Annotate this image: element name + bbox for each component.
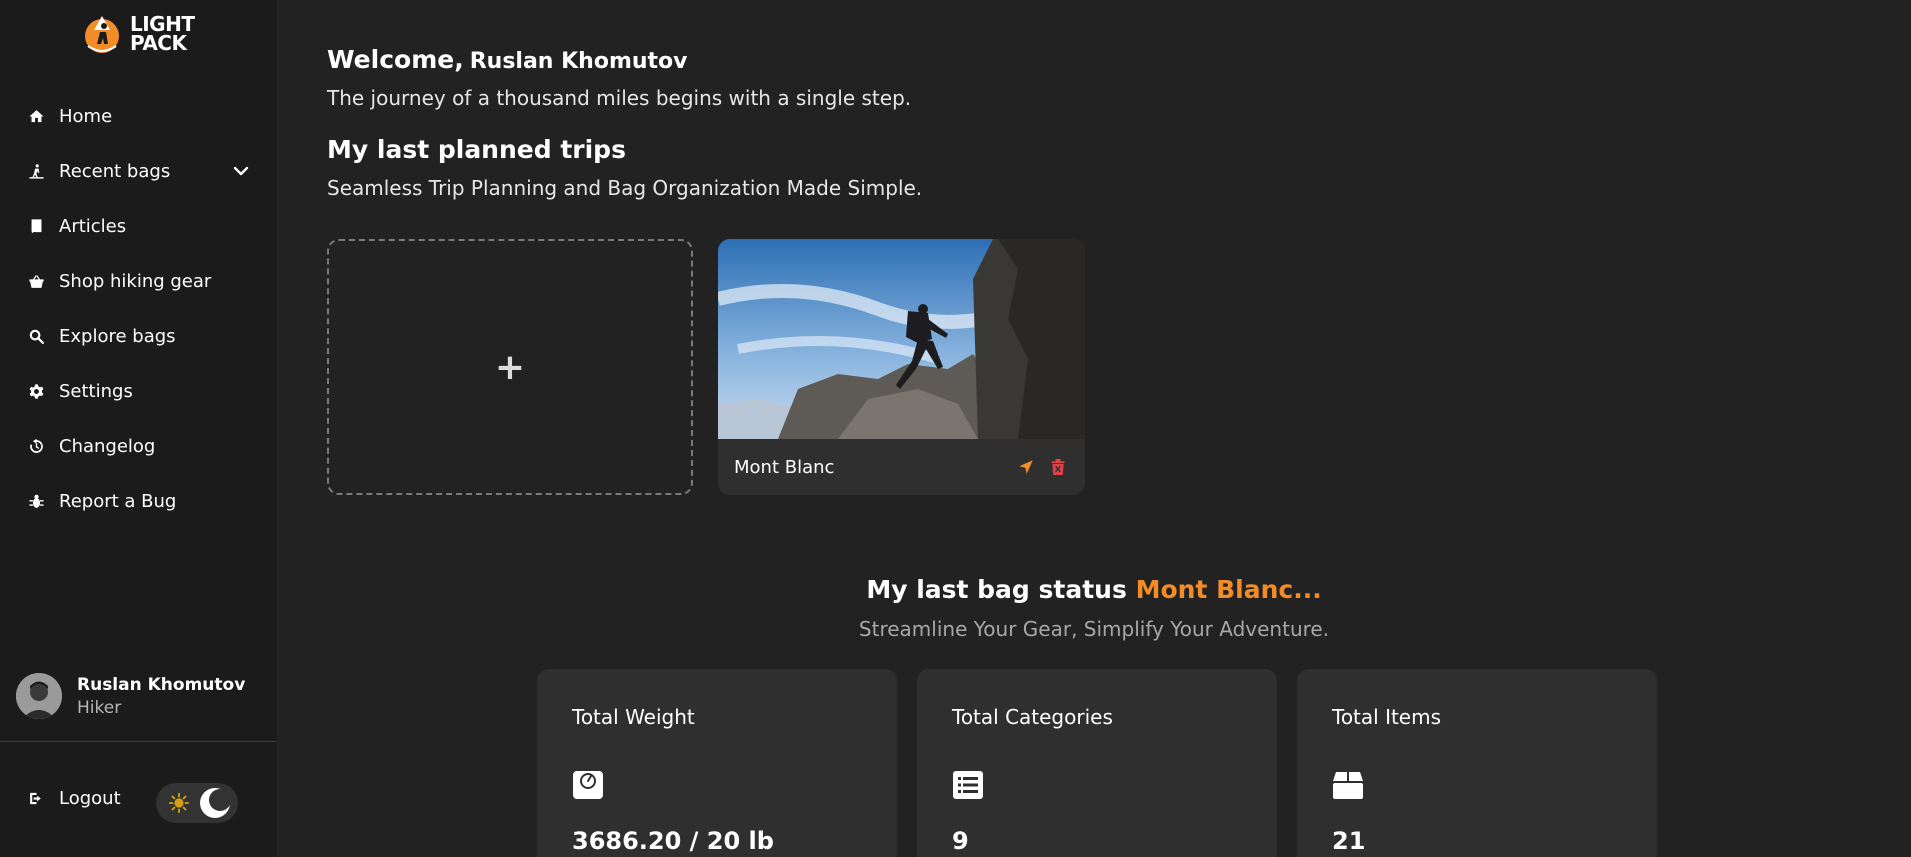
user-role: Hiker (77, 697, 122, 718)
bag-status-name[interactable]: Mont Blanc... (1136, 575, 1322, 604)
sidebar-nav: Home Recent bags Articles Shop hiking ge… (0, 89, 277, 529)
user-profile[interactable]: Ruslan Khomutov Hiker (16, 673, 245, 719)
sidebar-item-articles[interactable]: Articles (0, 199, 277, 254)
sidebar-item-label: Settings (59, 381, 133, 402)
bug-icon (26, 492, 46, 512)
sidebar-item-changelog[interactable]: Changelog (0, 419, 277, 474)
basket-icon (26, 272, 46, 292)
stat-label: Total Categories (952, 705, 1113, 729)
logout-label: Logout (59, 788, 121, 809)
navigate-icon[interactable] (1015, 456, 1037, 478)
trip-photo (718, 239, 1085, 439)
stat-card-total-weight: Total Weight 3686.20 / 20 lb (537, 669, 897, 857)
search-icon (26, 327, 46, 347)
logout-button[interactable]: Logout (26, 788, 121, 809)
list-icon (953, 771, 983, 799)
sidebar-item-report-bug[interactable]: Report a Bug (0, 474, 277, 529)
lightpack-logo-icon (85, 16, 119, 53)
welcome-user-name: Ruslan Khomutov (469, 49, 688, 74)
bag-status-heading: My last bag status Mont Blanc... (277, 575, 1911, 604)
trips-heading: My last planned trips (327, 135, 626, 164)
bag-status-prefix: My last bag status (866, 575, 1127, 604)
plus-icon: + (494, 346, 526, 388)
sun-icon[interactable] (168, 792, 190, 814)
brand-line-2: PACK (130, 31, 187, 55)
brand-logo[interactable]: LIGHT PACK (80, 12, 195, 56)
sidebar-item-label: Changelog (59, 436, 156, 457)
trip-card[interactable]: Mont Blanc (718, 239, 1085, 495)
theme-toggle[interactable] (156, 783, 238, 823)
bag-status-subtitle: Streamline Your Gear, Simplify Your Adve… (858, 617, 1330, 641)
sidebar-item-recent-bags[interactable]: Recent bags (0, 144, 277, 199)
hiker-icon (26, 162, 46, 182)
stat-card-total-categories: Total Categories 9 (917, 669, 1277, 857)
box-icon (1333, 772, 1363, 799)
moon-icon (200, 788, 230, 818)
sidebar-item-label: Home (59, 106, 113, 127)
sidebar-item-label: Recent bags (59, 161, 171, 182)
sidebar: LIGHT PACK Home Recent bags Articles Sho… (0, 0, 277, 857)
moon-knob[interactable] (200, 788, 230, 818)
user-name: Ruslan Khomutov (77, 674, 246, 695)
stat-card-total-items: Total Items 21 (1297, 669, 1657, 857)
stat-value: 21 (1332, 827, 1366, 855)
chevron-down-icon[interactable] (233, 163, 249, 179)
welcome-heading: Welcome, Ruslan Khomutov (327, 45, 688, 74)
add-trip-card[interactable]: + (327, 239, 693, 495)
trip-footer: Mont Blanc (718, 439, 1085, 495)
sidebar-item-settings[interactable]: Settings (0, 364, 277, 419)
sidebar-item-label: Shop hiking gear (59, 271, 212, 292)
user-info: Ruslan Khomutov Hiker (77, 675, 245, 718)
trips-subtitle: Seamless Trip Planning and Bag Organizat… (327, 176, 923, 200)
home-icon (26, 107, 46, 127)
sidebar-item-label: Explore bags (59, 326, 176, 347)
scale-icon (573, 771, 603, 799)
stat-value: 3686.20 / 20 lb (572, 827, 774, 855)
avatar (16, 673, 62, 719)
stat-value: 9 (952, 827, 969, 855)
gear-icon (26, 382, 46, 402)
logout-icon (26, 789, 46, 809)
stat-label: Total Items (1332, 705, 1442, 729)
sidebar-item-label: Articles (59, 216, 127, 237)
trip-title: Mont Blanc (734, 456, 835, 478)
sidebar-item-home[interactable]: Home (0, 89, 277, 144)
welcome-subtitle: The journey of a thousand miles begins w… (327, 86, 912, 110)
sidebar-item-explore-bags[interactable]: Explore bags (0, 309, 277, 364)
main-content: Welcome, Ruslan Khomutov The journey of a… (277, 0, 1911, 857)
history-icon (26, 437, 46, 457)
brand-name: LIGHT PACK (130, 14, 195, 55)
sidebar-divider (0, 741, 277, 742)
sidebar-item-shop[interactable]: Shop hiking gear (0, 254, 277, 309)
delete-icon[interactable] (1047, 456, 1069, 478)
book-icon (26, 217, 46, 237)
stat-label: Total Weight (572, 705, 695, 729)
welcome-prefix: Welcome, (327, 45, 464, 74)
sidebar-item-label: Report a Bug (59, 491, 177, 512)
